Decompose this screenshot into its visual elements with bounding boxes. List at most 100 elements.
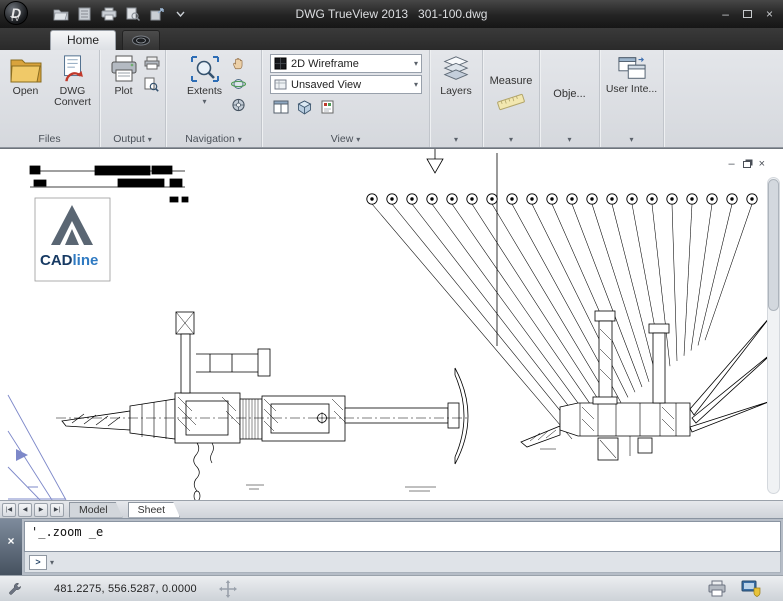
named-view-dropdown[interactable]: Unsaved View ▾ xyxy=(270,75,422,94)
tab-home[interactable]: Home xyxy=(50,30,116,50)
cadline-logo: CADline xyxy=(35,198,110,281)
next-layout-button[interactable]: ▶ xyxy=(34,503,48,517)
user-interface-icon xyxy=(616,54,648,82)
panel-output: Plot Output ▾ xyxy=(100,50,166,147)
scrollbar-thumb[interactable] xyxy=(768,179,779,311)
command-palette: × '_.zoom _e > ▾ xyxy=(0,518,783,575)
app-logo[interactable]: D TV xyxy=(0,0,44,28)
last-layout-button[interactable]: ▶| xyxy=(50,503,64,517)
plot-preview-icon[interactable] xyxy=(124,6,141,23)
dwg-convert-button[interactable]: DWG Convert xyxy=(49,53,97,132)
measure-ruler-icon xyxy=(496,91,526,113)
layers-button[interactable]: Layers xyxy=(432,53,480,132)
panel-view: 2D Wireframe ▾ Unsaved View ▾ xyxy=(262,50,430,147)
measure-button[interactable]: Measure xyxy=(490,75,533,87)
viewport-config-icon[interactable] xyxy=(272,99,290,115)
wrench-icon[interactable] xyxy=(8,581,24,597)
user-interface-button[interactable]: User Inte... xyxy=(602,53,661,132)
pan-hand-icon[interactable] xyxy=(230,55,248,71)
sheet-set-icon[interactable] xyxy=(76,6,93,23)
crosshair-icon[interactable] xyxy=(219,580,237,598)
panel-navigation: Extents ▾ Navigation ▾ xyxy=(166,50,262,147)
qat-customize-chevron-icon[interactable] xyxy=(172,6,189,23)
blue-detail-view xyxy=(8,395,66,500)
view-manager-icon[interactable] xyxy=(318,99,336,115)
viewport-close-icon[interactable]: × xyxy=(759,159,765,169)
open-icon[interactable] xyxy=(52,6,69,23)
trusted-source-status-icon[interactable] xyxy=(741,580,761,597)
objects-button[interactable]: Obje... xyxy=(553,88,585,100)
viewport-restore-icon[interactable] xyxy=(743,161,751,168)
output-panel-label: Output ▾ xyxy=(100,132,165,147)
zoom-extents-button[interactable]: Extents ▾ xyxy=(180,53,230,132)
navigation-small-buttons xyxy=(230,53,248,132)
output-small-buttons xyxy=(143,53,161,132)
cad-drawing: CADline xyxy=(0,149,783,500)
first-layout-button[interactable]: |◀ xyxy=(2,503,16,517)
open-folder-icon xyxy=(9,54,43,84)
layout-tab-bar: |◀ ◀ ▶ ▶| Model Sheet xyxy=(0,500,783,518)
wireframe-style-icon xyxy=(274,57,287,70)
logo-tv-label: TV xyxy=(10,16,20,23)
command-history-chevron-icon[interactable]: ▾ xyxy=(50,558,54,567)
open-button[interactable]: Open xyxy=(3,53,49,132)
visual-style-dropdown[interactable]: 2D Wireframe ▾ xyxy=(270,54,422,73)
navigation-panel-label: Navigation ▾ xyxy=(166,132,261,147)
ribbon-filler xyxy=(664,50,783,147)
plotter-status-icon[interactable] xyxy=(707,580,727,597)
measure-panel-label: ▾ xyxy=(483,132,539,147)
coordinates-readout: 481.2275, 556.5287, 0.0000 xyxy=(54,583,197,595)
quick-access-toolbar xyxy=(52,6,189,23)
panel-layers: Layers ▾ xyxy=(430,50,483,147)
viewport-minimize-icon[interactable]: – xyxy=(728,159,734,169)
layers-icon xyxy=(440,54,472,84)
tab-menu[interactable] xyxy=(122,30,160,50)
svg-text:CADline: CADline xyxy=(40,252,98,269)
dwg-convert-icon xyxy=(58,54,88,84)
status-tray xyxy=(707,580,775,597)
objects-panel-label: ▾ xyxy=(540,132,599,147)
right-assembly xyxy=(521,311,777,460)
steering-wheel-icon[interactable] xyxy=(230,97,248,113)
batch-plot-icon[interactable] xyxy=(143,55,161,71)
view-small-buttons xyxy=(270,99,422,115)
plot-icon[interactable] xyxy=(100,6,117,23)
ribbon: Open DWG Convert Files xyxy=(0,50,783,148)
panel-measure: Measure ▾ xyxy=(483,50,540,147)
publish-icon[interactable] xyxy=(148,6,165,23)
logo-cad-text: CAD xyxy=(40,252,73,269)
prev-layout-button[interactable]: ◀ xyxy=(18,503,32,517)
command-prompt-icon[interactable]: > xyxy=(29,555,47,570)
vertical-scrollbar[interactable] xyxy=(767,177,780,494)
command-palette-grip[interactable]: × xyxy=(0,519,22,575)
status-bar: 481.2275, 556.5287, 0.0000 xyxy=(0,575,783,601)
files-panel-label: Files xyxy=(0,132,99,147)
orbit-icon[interactable] xyxy=(230,76,248,92)
panel-objects: Obje... ▾ xyxy=(540,50,600,147)
panel-user-interface: User Inte... ▾ xyxy=(600,50,664,147)
visual-style-cube-icon[interactable] xyxy=(295,99,313,115)
close-button[interactable]: × xyxy=(766,8,773,20)
user-interface-panel-label: ▾ xyxy=(600,132,663,147)
left-assembly xyxy=(62,312,468,500)
panel-files: Open DWG Convert Files xyxy=(0,50,100,147)
command-input-row[interactable]: > ▾ xyxy=(24,552,781,573)
preview-icon[interactable] xyxy=(143,76,161,92)
command-history[interactable]: '_.zoom _e xyxy=(24,521,781,552)
plot-printer-icon xyxy=(108,54,140,84)
app-window: D TV DWG TrueView 2013 301-100.dwg xyxy=(0,0,783,601)
zoom-extents-icon xyxy=(189,54,221,84)
title-bar: D TV DWG TrueView 2013 301-100.dwg xyxy=(0,0,783,28)
drawing-canvas[interactable]: CADline xyxy=(0,148,783,500)
named-view-icon xyxy=(274,78,287,91)
minimize-button[interactable]: – xyxy=(722,8,729,20)
ribbon-tab-row: Home xyxy=(0,28,783,50)
maximize-button[interactable] xyxy=(743,10,752,18)
window-buttons: – × xyxy=(722,8,783,20)
tab-sheet[interactable]: Sheet xyxy=(128,502,180,518)
viewport-window-buttons: – × xyxy=(728,159,765,169)
capsule-icon xyxy=(131,35,151,46)
plot-button[interactable]: Plot xyxy=(105,53,143,132)
command-close-icon[interactable]: × xyxy=(7,535,14,575)
tab-model[interactable]: Model xyxy=(69,502,123,518)
